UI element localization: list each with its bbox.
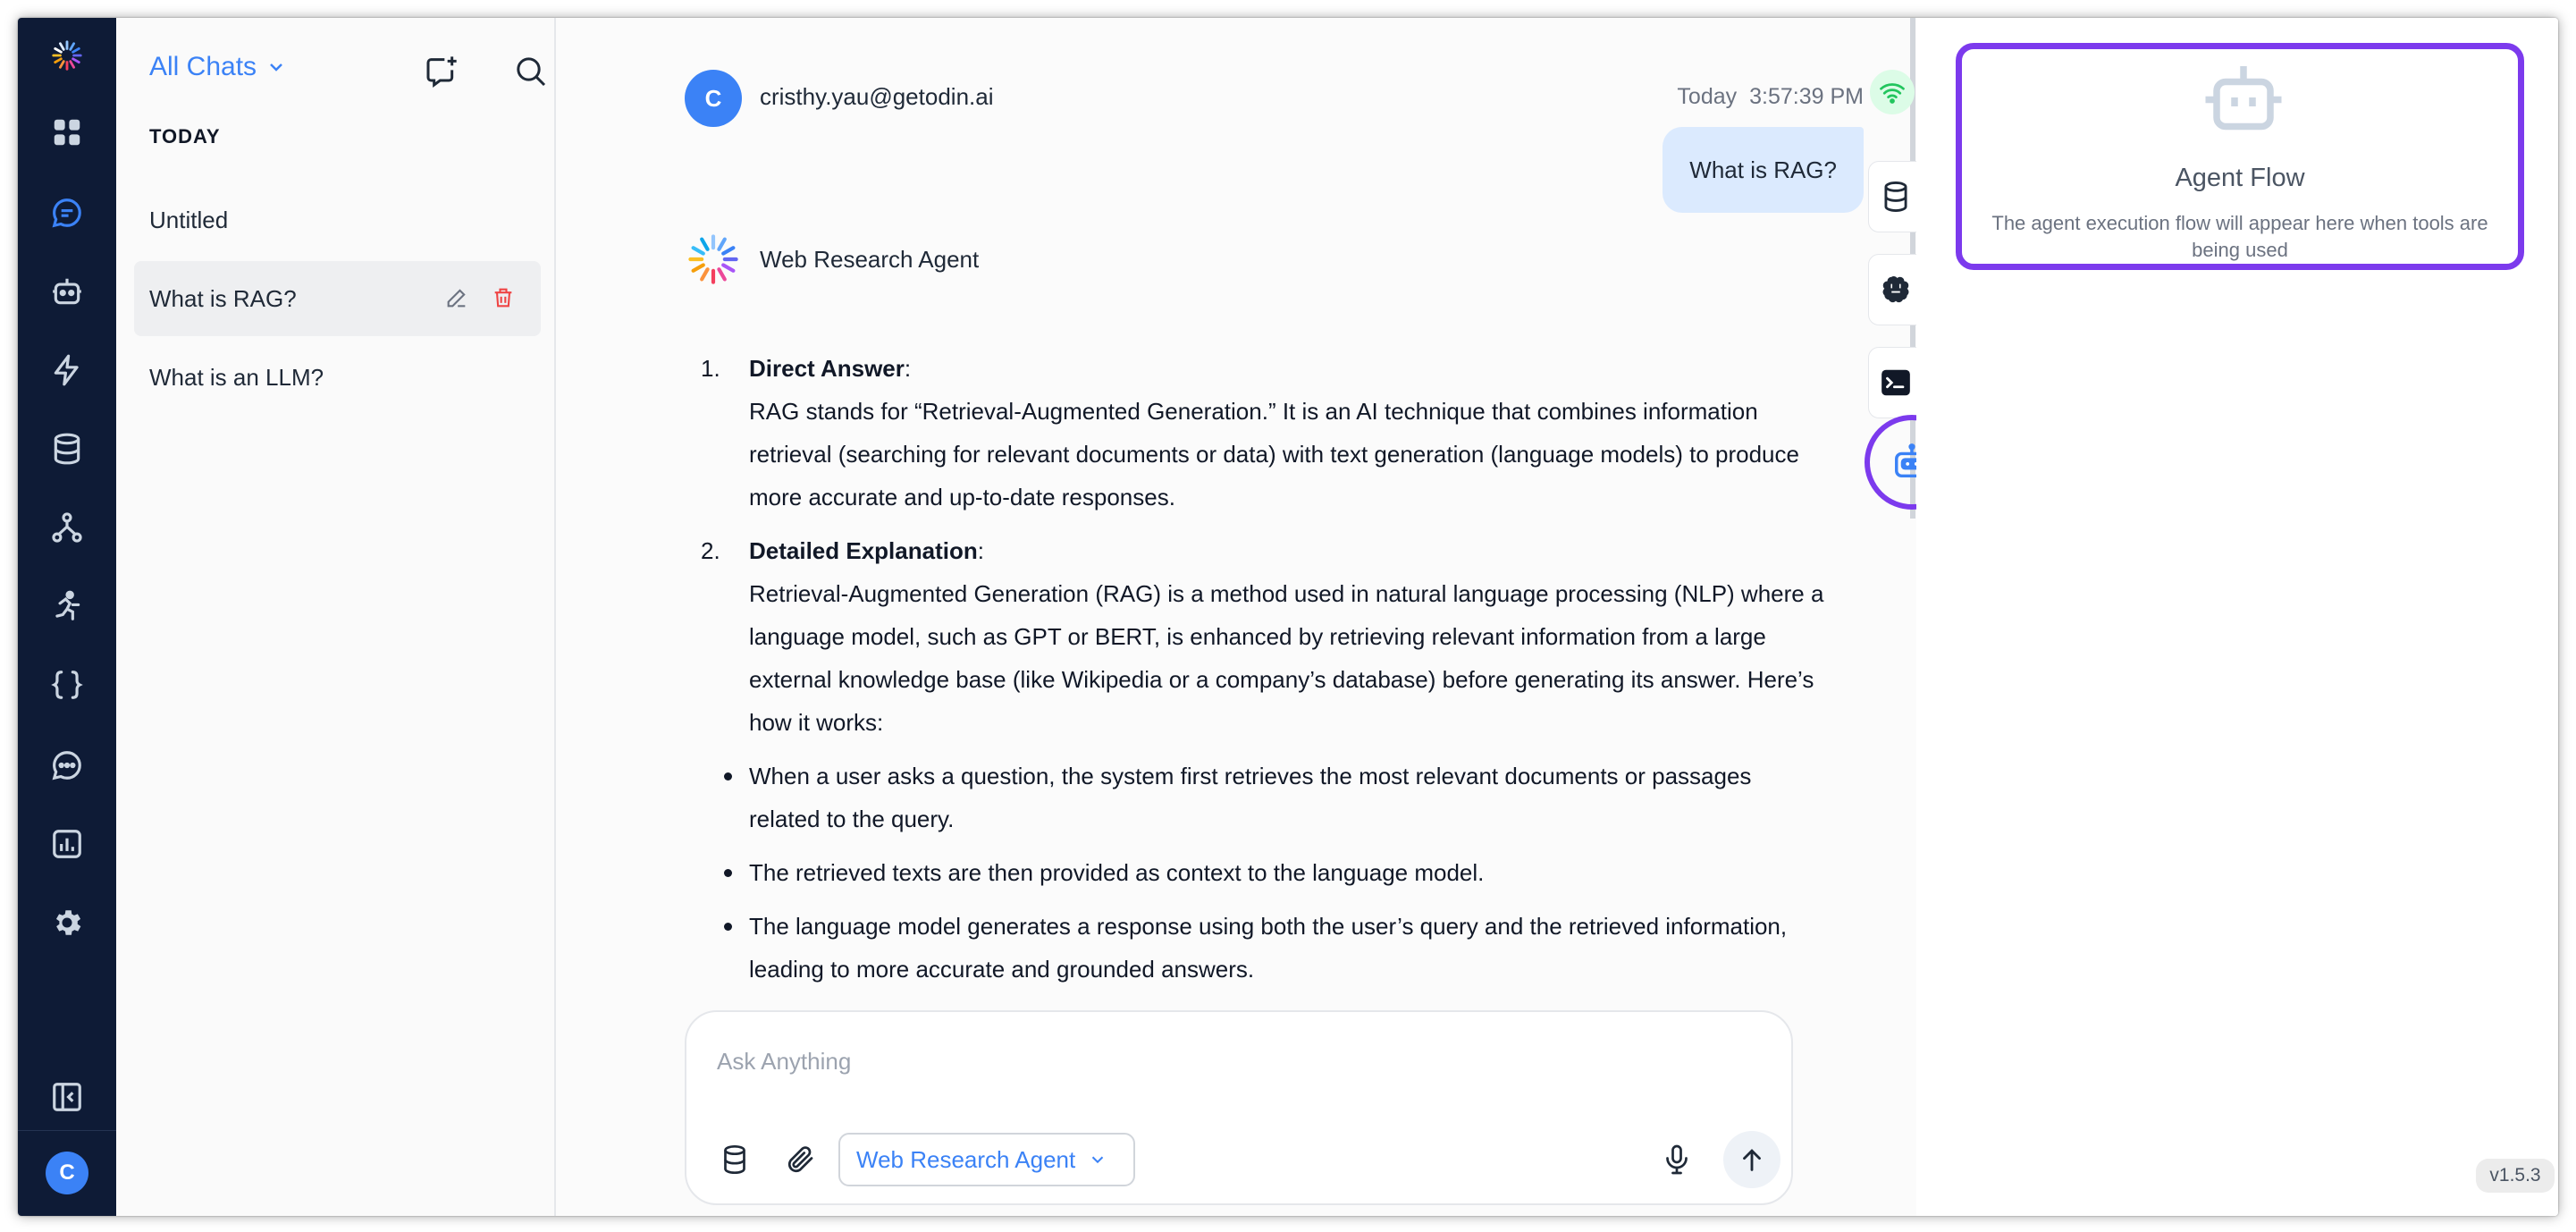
microphone-icon[interactable] <box>1652 1135 1702 1185</box>
grid-icon[interactable] <box>40 105 94 159</box>
database-tool-button[interactable] <box>1868 161 1924 232</box>
code-braces-icon[interactable] <box>40 658 94 712</box>
agent-flow-card: Agent Flow The agent execution flow will… <box>1956 43 2524 270</box>
answer-bullets: When a user asks a question, the system … <box>703 755 1829 991</box>
message-composer: Web Research Agent <box>685 1010 1793 1205</box>
list-item: The language model generates a response … <box>703 905 1829 991</box>
app-window: C All Chats TODAY Untitled What is RAG? <box>18 18 2558 1216</box>
user-message-bubble: What is RAG? <box>1663 127 1864 213</box>
timestamp-time: 3:57:39 PM <box>1749 84 1864 109</box>
agent-answer: 1. Direct Answer: RAG stands for “Retrie… <box>701 347 1829 991</box>
chat-item-title: What is RAG? <box>149 284 297 312</box>
arrow-up-icon <box>1743 1149 1761 1171</box>
answer-heading: Direct Answer <box>749 355 905 382</box>
list-number: 1. <box>701 355 720 382</box>
list-number: 2. <box>701 537 720 564</box>
user-avatar[interactable]: C <box>46 1152 88 1194</box>
chat-icon[interactable] <box>40 186 94 240</box>
database-icon[interactable] <box>710 1135 760 1185</box>
agent-selector-label: Web Research Agent <box>856 1145 1076 1173</box>
runner-icon[interactable] <box>40 579 94 633</box>
answer-item-detailed: 2. Detailed Explanation: Retrieval-Augme… <box>701 529 1829 744</box>
paperclip-icon[interactable] <box>776 1135 826 1185</box>
trash-icon[interactable] <box>489 283 518 312</box>
agent-name: Web Research Agent <box>760 246 980 273</box>
list-item: The retrieved texts are then provided as… <box>703 851 1829 894</box>
collapse-sidebar-icon[interactable] <box>40 1070 94 1124</box>
agent-flow-title: Agent Flow <box>2175 164 2305 192</box>
new-chat-icon[interactable] <box>420 50 463 93</box>
agent-selector[interactable]: Web Research Agent <box>838 1133 1135 1186</box>
rail-divider <box>18 1130 116 1131</box>
logo-icon[interactable] <box>40 29 94 82</box>
answer-item-direct: 1. Direct Answer: RAG stands for “Retrie… <box>701 347 1829 519</box>
edit-icon[interactable] <box>442 283 471 312</box>
timestamp-day: Today <box>1677 84 1738 109</box>
section-label-today: TODAY <box>149 125 221 148</box>
ask-input[interactable] <box>717 1039 1700 1084</box>
conversation-panel: C cristhy.yau@getodin.ai Today 3:57:39 P… <box>558 18 1914 1216</box>
robot-icon <box>2205 66 2282 131</box>
wifi-icon[interactable] <box>1870 70 1915 114</box>
workflow-icon[interactable] <box>40 501 94 554</box>
brain-tool-button[interactable] <box>1868 254 1924 325</box>
chevron-down-icon <box>1092 1156 1104 1164</box>
gear-icon[interactable] <box>40 896 94 949</box>
answer-paragraph: RAG stands for “Retrieval-Augmented Gene… <box>749 398 1799 511</box>
search-icon[interactable] <box>509 50 552 93</box>
version-badge: v1.5.3 <box>2476 1159 2555 1193</box>
send-button[interactable] <box>1723 1131 1780 1188</box>
user-message-text: What is RAG? <box>1689 156 1837 183</box>
user-avatar: C <box>685 70 742 127</box>
chat-item-what-is-an-llm[interactable]: What is an LLM? <box>134 340 541 415</box>
database-icon[interactable] <box>40 422 94 476</box>
all-chats-dropdown[interactable]: All Chats <box>149 52 287 82</box>
heading-colon: : <box>904 355 912 382</box>
all-chats-label: All Chats <box>149 52 257 81</box>
answer-paragraph: Retrieval-Augmented Generation (RAG) is … <box>749 580 1824 736</box>
user-email: cristhy.yau@getodin.ai <box>760 83 994 110</box>
robot-icon[interactable] <box>40 265 94 318</box>
nav-rail: C <box>18 18 116 1216</box>
chat-item-title: What is an LLM? <box>149 363 324 391</box>
chat-item-what-is-rag[interactable]: What is RAG? <box>134 261 541 336</box>
database-icon <box>1884 181 1907 212</box>
agent-flow-panel: Agent Flow The agent execution flow will… <box>1916 18 2558 1216</box>
terminal-icon <box>1881 369 1910 396</box>
lightning-icon[interactable] <box>40 343 94 397</box>
heading-colon: : <box>977 537 984 564</box>
terminal-tool-button[interactable] <box>1868 347 1924 418</box>
answer-heading: Detailed Explanation <box>749 537 978 564</box>
message-dots-icon[interactable] <box>40 738 94 792</box>
agent-flow-description: The agent execution flow will appear her… <box>1991 212 2488 261</box>
chevron-down-icon <box>270 63 282 72</box>
message-timestamp: Today 3:57:39 PM <box>1677 84 1864 110</box>
brain-icon <box>1882 276 1909 303</box>
analytics-icon[interactable] <box>40 817 94 871</box>
agent-logo-icon <box>685 231 742 288</box>
chat-item-untitled[interactable]: Untitled <box>134 182 541 257</box>
chat-item-title: Untitled <box>149 206 229 233</box>
chat-list-panel: All Chats TODAY Untitled What is RAG? Wh… <box>116 18 556 1216</box>
list-item: When a user asks a question, the system … <box>703 755 1829 840</box>
